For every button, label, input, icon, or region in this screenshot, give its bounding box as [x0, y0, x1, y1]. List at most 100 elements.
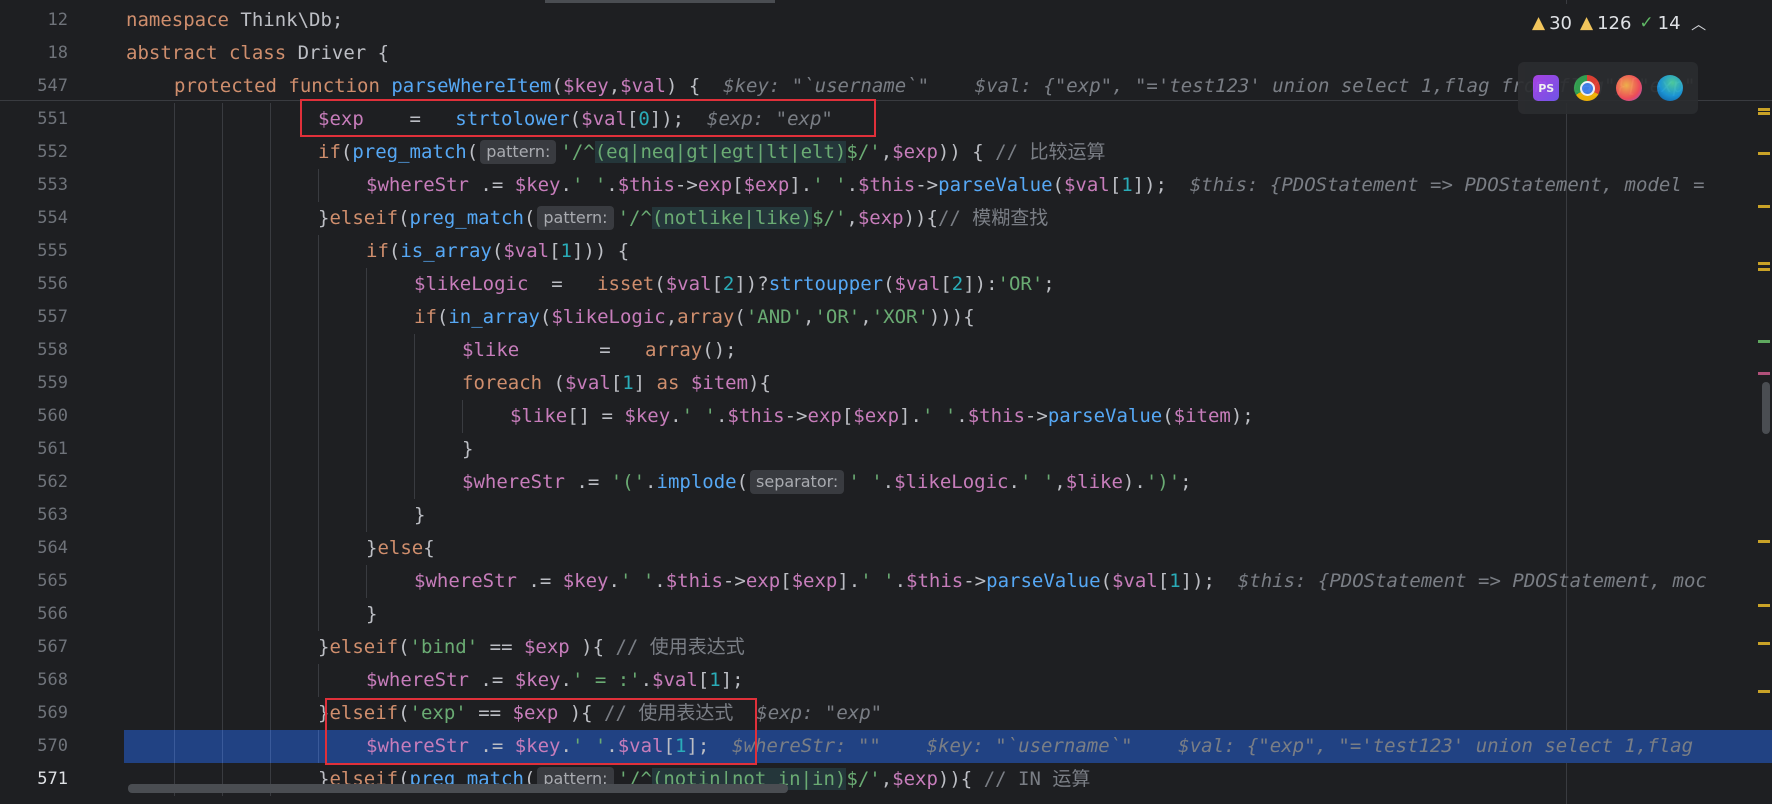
line-number[interactable]: 557: [0, 307, 68, 327]
code-line[interactable]: 566}: [0, 598, 1772, 631]
code-text[interactable]: $whereStr .= $key.' '.$this->exp[$exp].'…: [414, 565, 1707, 598]
horizontal-scrollbar-thumb[interactable]: [128, 784, 788, 793]
phpstorm-icon[interactable]: PS: [1533, 75, 1560, 101]
error-stripe-marker[interactable]: [1758, 642, 1770, 645]
error-stripe-marker[interactable]: [1758, 112, 1770, 115]
horizontal-scroll-indicator[interactable]: [545, 0, 775, 3]
line-number[interactable]: 568: [0, 670, 68, 690]
code-token: is_array: [400, 240, 492, 262]
error-stripe-marker[interactable]: [1758, 690, 1770, 693]
line-number[interactable]: 12: [0, 10, 68, 30]
line-number[interactable]: 552: [0, 142, 68, 162]
line-number[interactable]: 551: [0, 109, 68, 129]
code-line[interactable]: 564 }else{: [0, 532, 1772, 565]
line-number[interactable]: 553: [0, 175, 68, 195]
error-stripe-marker[interactable]: [1758, 262, 1770, 265]
error-stripe-marker[interactable]: [1758, 205, 1770, 208]
line-number[interactable]: 560: [0, 406, 68, 426]
code-text[interactable]: abstract class Driver {: [126, 37, 389, 70]
code-line[interactable]: 559 foreach ($val[1] as $item){: [0, 367, 1772, 400]
code-text[interactable]: }elseif('bind' == $exp ){ // 使用表达式: [318, 631, 745, 664]
line-number[interactable]: 567: [0, 637, 68, 657]
code-text[interactable]: $exp = strtolower($val[0]); $exp: "exp": [318, 103, 833, 136]
debug-inline-value: $this: {PDOStatement => PDOStatement, mo…: [1237, 570, 1707, 592]
line-number[interactable]: 563: [0, 505, 68, 525]
code-line[interactable]: 552 if(preg_match(pattern: '/^(eq|neq|gt|e…: [0, 136, 1772, 169]
error-stripe-marker[interactable]: [1758, 108, 1770, 111]
line-number[interactable]: 571: [0, 769, 68, 789]
error-stripe-marker[interactable]: [1758, 372, 1770, 375]
code-line[interactable]: 567 }elseif('bind' == $exp ){ // 使用表达式: [0, 631, 1772, 664]
code-token: .: [640, 669, 653, 691]
code-text[interactable]: }: [462, 433, 473, 466]
line-number[interactable]: 566: [0, 604, 68, 624]
code-line[interactable]: 570 $whereStr .= $key.' '.$val[1]; $where…: [0, 730, 1772, 763]
code-text[interactable]: if(preg_match(pattern: '/^(eq|neq|gt|egt|…: [318, 136, 1105, 169]
code-line[interactable]: 554 }elseif(preg_match(pattern: '/^(notlik…: [0, 202, 1772, 235]
code-text[interactable]: $whereStr .= $key.' = :'.$val[1];: [366, 664, 744, 697]
edge-icon[interactable]: [1656, 75, 1683, 101]
line-number[interactable]: 565: [0, 571, 68, 591]
code-text[interactable]: if(in_array($likeLogic,array('AND','OR',…: [414, 301, 975, 334]
code-line[interactable]: 560 $like[] = $key.' '.$this->exp[$exp].'…: [0, 400, 1772, 433]
error-stripe-marker[interactable]: [1758, 604, 1770, 607]
error-stripe-marker[interactable]: [1758, 152, 1770, 155]
code-line[interactable]: 551 $exp = strtolower($val[0]); $exp: "ex…: [0, 103, 1772, 136]
code-editor[interactable]: 12 namespace Think\Db; 18 abstract class Dr…: [0, 0, 1772, 804]
line-number[interactable]: 558: [0, 340, 68, 360]
line-number[interactable]: 569: [0, 703, 68, 723]
code-text[interactable]: $whereStr .= '('.implode(separator: ' '.$…: [462, 466, 1192, 499]
indent-guide: [174, 235, 175, 268]
line-number[interactable]: 547: [0, 76, 68, 96]
code-line[interactable]: 563}: [0, 499, 1772, 532]
code-line[interactable]: 18 abstract class Driver {: [0, 37, 1772, 70]
code-text[interactable]: $like[] = $key.' '.$this->exp[$exp].' '.…: [510, 400, 1254, 433]
code-line[interactable]: 553 $whereStr .= $key.' '.$this->exp[$exp…: [0, 169, 1772, 202]
chrome-icon[interactable]: [1574, 75, 1601, 101]
error-stripe-marker[interactable]: [1758, 340, 1770, 343]
code-line[interactable]: 547 protected function parseWhereItem($ke…: [0, 70, 1772, 103]
code-text[interactable]: }elseif('exp' == $exp ){ // 使用表达式 $exp: …: [318, 697, 882, 730]
line-number[interactable]: 554: [0, 208, 68, 228]
code-line[interactable]: 558 $like = array();: [0, 334, 1772, 367]
chevron-up-icon[interactable]: ︿: [1689, 13, 1709, 34]
code-text[interactable]: $like = array();: [462, 334, 737, 367]
line-number[interactable]: 559: [0, 373, 68, 393]
weak-warnings-status[interactable]: ▲ 126: [1580, 13, 1631, 34]
code-line[interactable]: 565 $whereStr .= $key.' '.$this->exp[$exp…: [0, 565, 1772, 598]
code-text[interactable]: foreach ($val[1] as $item){: [462, 367, 771, 400]
code-text[interactable]: }: [414, 499, 425, 532]
code-line[interactable]: 556 $likeLogic = isset($val[2])?strtouppe…: [0, 268, 1772, 301]
warnings-status[interactable]: ▲ 30: [1532, 13, 1572, 34]
line-number[interactable]: 562: [0, 472, 68, 492]
code-line[interactable]: 555 if(is_array($val[1])) {: [0, 235, 1772, 268]
code-text[interactable]: $whereStr .= $key.' '.$this->exp[$exp].'…: [366, 169, 1705, 202]
typos-status[interactable]: ✓ 14: [1639, 13, 1680, 34]
code-line[interactable]: 12 namespace Think\Db;: [0, 4, 1772, 37]
code-line[interactable]: 568 $whereStr .= $key.' = :'.$val[1];: [0, 664, 1772, 697]
code-text[interactable]: $likeLogic = isset($val[2])?strtoupper($…: [414, 268, 1055, 301]
line-number[interactable]: 564: [0, 538, 68, 558]
line-number[interactable]: 570: [0, 736, 68, 756]
code-line[interactable]: 557 if(in_array($likeLogic,array('AND','O…: [0, 301, 1772, 334]
code-token: .=: [516, 570, 563, 592]
code-text[interactable]: $whereStr .= $key.' '.$val[1]; $whereStr…: [366, 730, 1693, 763]
line-number[interactable]: 555: [0, 241, 68, 261]
line-number[interactable]: 18: [0, 43, 68, 63]
code-line[interactable]: 569 }elseif('exp' == $exp ){ // 使用表达式 $ex…: [0, 697, 1772, 730]
inspection-status-bar[interactable]: ▲ 30 ▲ 126 ✓ 14 ︿: [1532, 10, 1709, 36]
error-stripe-marker[interactable]: [1758, 268, 1770, 271]
error-stripe-marker[interactable]: [1758, 540, 1770, 543]
line-number[interactable]: 561: [0, 439, 68, 459]
code-line[interactable]: 561}: [0, 433, 1772, 466]
firefox-icon[interactable]: [1615, 75, 1642, 101]
code-text[interactable]: namespace Think\Db;: [126, 4, 343, 37]
code-line[interactable]: 562 $whereStr .= '('.implode(separator: ' …: [0, 466, 1772, 499]
line-number[interactable]: 556: [0, 274, 68, 294]
code-text[interactable]: }elseif(preg_match(pattern: '/^(notlike|l…: [318, 202, 1048, 235]
code-text[interactable]: }else{: [366, 532, 435, 565]
code-text[interactable]: if(is_array($val[1])) {: [366, 235, 629, 268]
code-text[interactable]: }: [366, 598, 377, 631]
vertical-scrollbar-thumb[interactable]: [1762, 382, 1770, 434]
code-text[interactable]: protected function parseWhereItem($key,$…: [174, 70, 1695, 103]
